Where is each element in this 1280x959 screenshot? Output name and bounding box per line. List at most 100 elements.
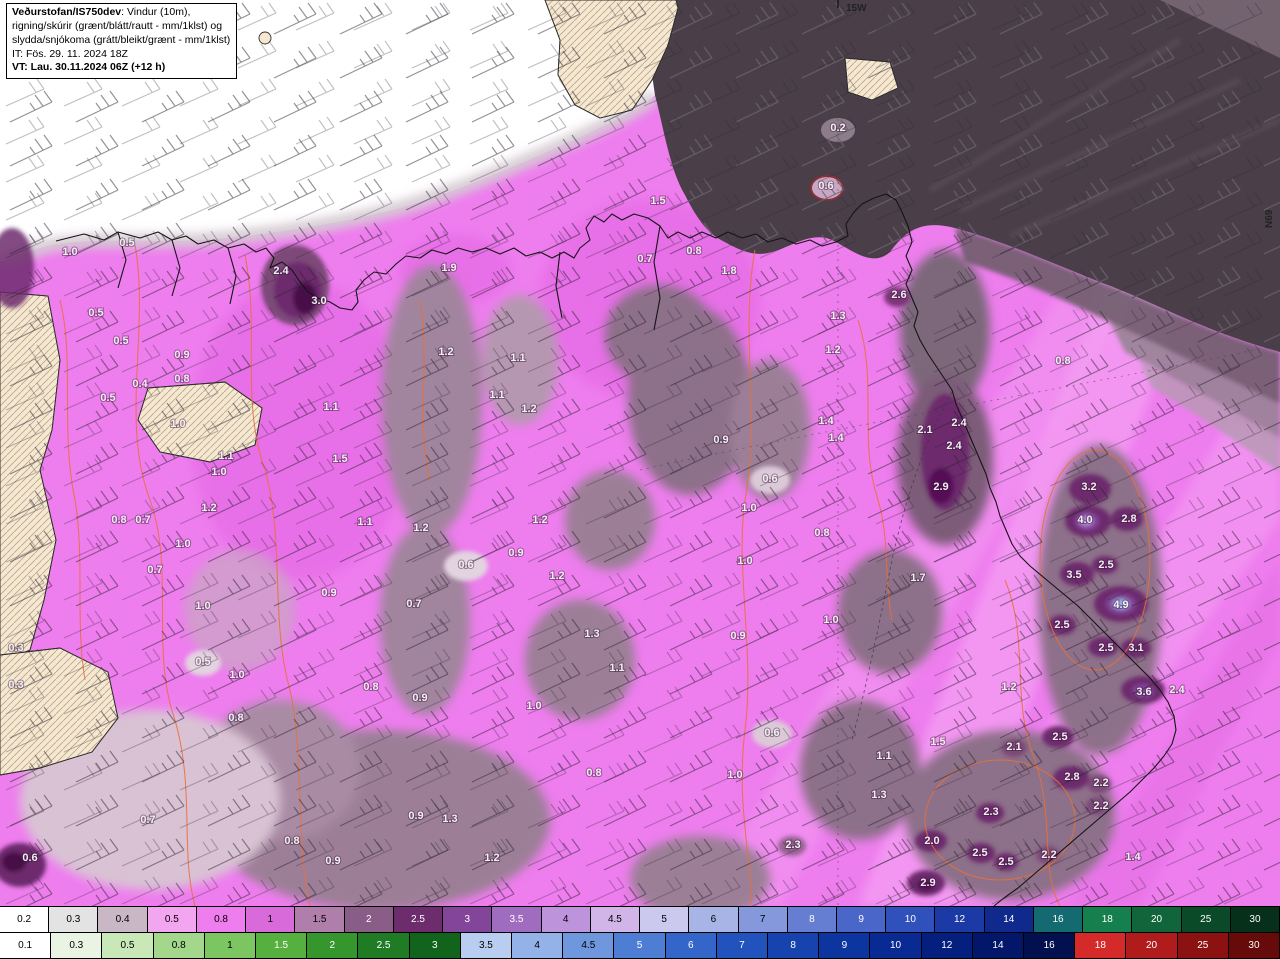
precip-value-label: 0.6: [762, 473, 777, 485]
precip-value-label: 1.0: [727, 769, 742, 781]
init-time: IT: Fös. 29. 11. 2024 18Z: [12, 47, 128, 60]
scale-cell: 16: [1033, 907, 1084, 932]
precip-value-label: 2.2: [1041, 849, 1056, 861]
precip-value-label: 2.5: [998, 856, 1013, 868]
latitude-label: N69: [1264, 209, 1275, 228]
precip-value-label: 1.2: [413, 522, 428, 534]
precip-value-label: 0.9: [325, 855, 340, 867]
scale-cell: 4: [512, 933, 564, 958]
precip-value-label: 3.1: [1128, 642, 1143, 654]
precip-value-label: 0.3: [8, 679, 23, 691]
precip-value-label: 1.0: [823, 614, 838, 626]
scale-cell: 0.8: [196, 907, 247, 932]
precip-value-label: 1.8: [721, 265, 736, 277]
precip-value-label: 0.6: [818, 180, 833, 192]
precip-value-label: 0.5: [113, 335, 128, 347]
precip-value-label: 0.8: [586, 767, 601, 779]
precip-value-label: 1.5: [650, 195, 665, 207]
precip-value-label: 1.5: [332, 453, 347, 465]
precip-value-label: 1.0: [195, 600, 210, 612]
scale-cell: 4: [541, 907, 591, 932]
precip-value-label: 1.0: [170, 418, 185, 430]
precip-value-label: 2.9: [920, 877, 935, 889]
info-line-2: rigning/skúrir (grænt/blátt/rautt - mm/1…: [12, 19, 223, 32]
scale-cell: 18: [1075, 933, 1127, 958]
precip-value-label: 2.0: [924, 835, 939, 847]
precip-value-label: 1.0: [526, 700, 541, 712]
precip-value-label: 1.2: [438, 346, 453, 358]
scale-cell: 14: [972, 933, 1025, 958]
precip-value-label: 0.8: [284, 835, 299, 847]
precip-value-label: 2.5: [1054, 619, 1069, 631]
precip-value-label: 1.4: [818, 415, 834, 427]
scale-cell: 18: [1083, 907, 1133, 932]
precip-value-label: 1.1: [218, 450, 233, 462]
scale-cell: 10: [870, 933, 922, 958]
scale-cell: 16: [1024, 933, 1076, 958]
model-info-box: Veðurstofan/IS750dev: Vindur (10m), rign…: [6, 3, 238, 80]
precip-value-label: 0.7: [135, 514, 150, 526]
precip-value-label: 0.3: [8, 642, 23, 654]
precip-value-label: 1.1: [357, 516, 372, 528]
precip-value-label: 1.5: [930, 736, 945, 748]
precip-value-label: 2.6: [891, 289, 906, 301]
valid-time-text: VT: Lau. 30.11.2024 06Z (+12 h): [12, 61, 166, 74]
scale-cell: 8: [768, 933, 820, 958]
scale-cell: 0.8: [153, 933, 205, 958]
scale-cell: 4.5: [590, 907, 641, 932]
info-line-3: slydda/snjókoma (grátt/bleikt/grænt - mm…: [12, 33, 231, 46]
scale-cell: 1: [246, 907, 296, 932]
precip-value-label: 2.1: [917, 424, 932, 436]
scale-cell: 2: [344, 907, 394, 932]
precip-value-label: 0.6: [22, 852, 37, 864]
precip-value-label: 1.1: [489, 389, 504, 401]
scale-cell: 1.5: [256, 933, 308, 958]
scale-cell: 0.5: [102, 933, 154, 958]
scale-cell: 9: [836, 907, 887, 932]
precip-value-label: 2.4: [946, 440, 962, 452]
precip-value-label: 0.8: [686, 245, 701, 257]
scale-cell: 7: [738, 907, 788, 932]
precip-value-label: 4.0: [1077, 514, 1092, 526]
precip-value-label: 0.6: [764, 727, 779, 739]
precip-value-label: 3.0: [311, 295, 326, 307]
scale-cell: 12: [935, 907, 985, 932]
precip-value-label: 0.9: [408, 810, 423, 822]
precip-value-label: 1.9: [441, 262, 456, 274]
precip-value-label: 2.8: [1064, 771, 1079, 783]
precip-value-label: 0.8: [363, 681, 378, 693]
scale-cell: 2.5: [393, 907, 444, 932]
precip-value-label: 0.2: [830, 122, 845, 134]
precip-value-label: 2.5: [1052, 731, 1067, 743]
precip-value-label: 1.2: [201, 502, 216, 514]
precip-value-label: 1.1: [323, 401, 338, 413]
scale-cell: 0.5: [147, 907, 197, 932]
scale-cell: 4.5: [563, 933, 615, 958]
precip-value-label: 1.0: [175, 538, 190, 550]
scale-cell: 9: [819, 933, 871, 958]
weather-map-area: 0.2 0.6 1.5 1.0 0.5 2.4 3.0 1.9 0.7 0.8 1.8 2.6 0.5 0…: [0, 0, 1280, 906]
precip-value-label: 0.5: [195, 656, 210, 668]
precip-value-label: 1.2: [549, 570, 564, 582]
precip-value-label: 0.9: [713, 434, 728, 446]
scale-cell: 10: [886, 907, 936, 932]
precip-value-label: 2.8: [1121, 513, 1136, 525]
precip-value-label: 1.1: [609, 662, 624, 674]
wind-barb-field-2: [0, 0, 1280, 906]
precip-value-label: 2.4: [951, 417, 967, 429]
precip-value-label: 0.7: [147, 564, 162, 576]
scale-cell: 25: [1181, 907, 1231, 932]
precip-value-label: 0.9: [508, 547, 523, 559]
precip-value-label: 0.9: [412, 692, 427, 704]
precip-value-label: 1.0: [737, 555, 752, 567]
colour-scales: 0.2 0.3 0.4 0.5 0.8 1 1.5 2 2.5 3 3.5 4 4.5 5 6 7 8 9 10 12…: [0, 906, 1280, 959]
precip-value-label: 0.5: [88, 307, 103, 319]
precip-value-label: 2.5: [972, 847, 987, 859]
precip-value-label: 0.9: [730, 630, 745, 642]
precip-value-label: 0.9: [321, 587, 336, 599]
precip-value-label: 1.0: [229, 669, 244, 681]
scale-cell: 20: [1132, 907, 1182, 932]
precip-value-label: 1.0: [741, 502, 756, 514]
precip-value-label: 0.8: [228, 712, 243, 724]
scale-cell: 30: [1228, 933, 1280, 958]
